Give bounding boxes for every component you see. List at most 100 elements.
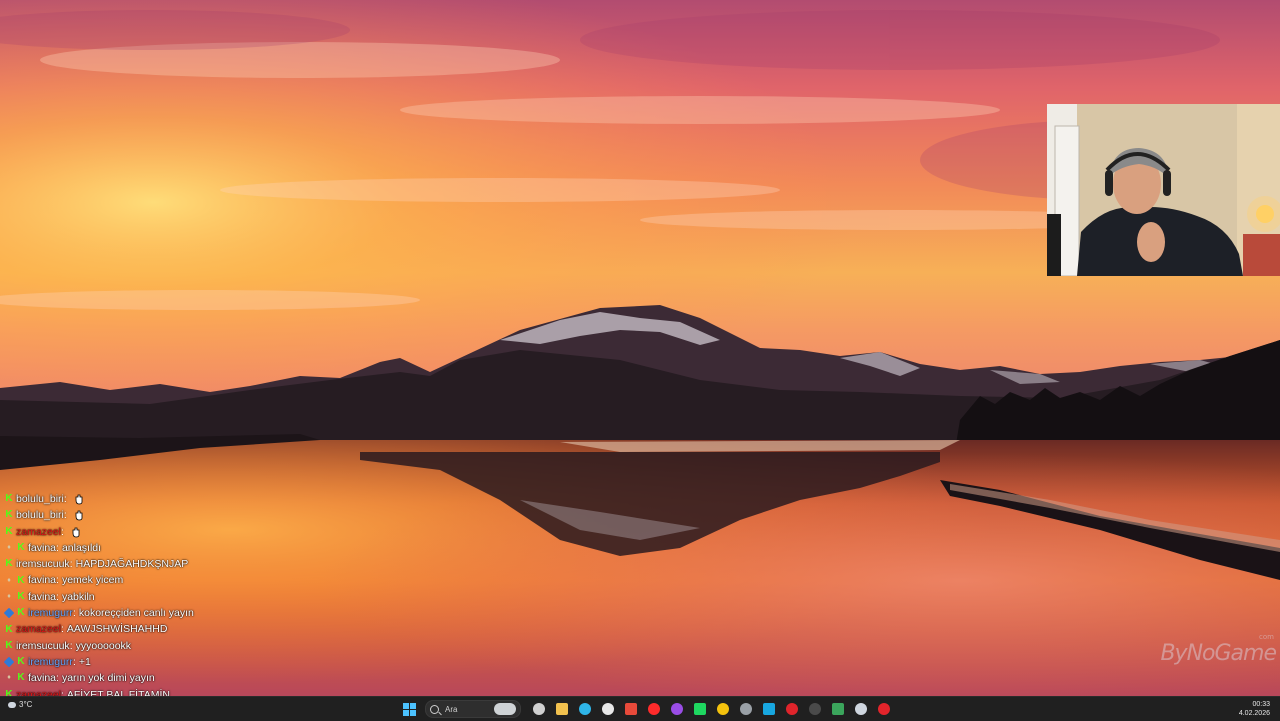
chat-message: Kiremugurr:+1 — [3, 654, 304, 670]
taskbar-app-button[interactable] — [759, 699, 779, 719]
watermark-small: com — [1259, 633, 1274, 641]
taskbar-app-button[interactable] — [713, 699, 733, 719]
webcam-feed — [1047, 104, 1280, 276]
chat-text: yyyoooookk — [75, 639, 132, 652]
taskbar-app-button[interactable] — [851, 699, 871, 719]
weather-widget[interactable]: 3°C — [8, 700, 32, 709]
taskbar-app-button[interactable] — [805, 699, 825, 719]
subscriber-badge-icon — [3, 607, 15, 619]
taskbar-app-button[interactable] — [552, 699, 572, 719]
kick-badge-icon: K — [5, 525, 13, 537]
chat-text: AAWJSHWİSHAHHD — [66, 623, 168, 636]
hand-emote-icon — [75, 494, 83, 505]
kick-badge-icon: K — [17, 542, 25, 554]
chat-separator: : — [56, 574, 59, 587]
search-icon — [430, 704, 439, 714]
chrome-icon — [624, 703, 637, 715]
taskbar-app-button[interactable] — [874, 699, 894, 719]
watermark-text: ByNoGame — [1160, 641, 1277, 666]
chat-message: Kzamazeel: AAWJSHWİSHAHHD — [4, 621, 304, 637]
chat-username[interactable]: favina — [28, 572, 56, 588]
chat-text: +1 — [78, 655, 91, 668]
founder-badge-icon: ♦ — [7, 592, 11, 600]
chat-message: ♦ Kfavina: yemek yicem — [4, 572, 304, 588]
taskbar-app-button[interactable] — [690, 699, 710, 719]
taskbar-app-button[interactable] — [828, 699, 848, 719]
system-clock[interactable]: 00:33 4.02.2026 — [1239, 700, 1270, 718]
windows-icon — [403, 702, 416, 716]
weather-temp: 3°C — [19, 700, 33, 709]
founder-badge-icon: ♦ — [7, 576, 11, 584]
chat-separator: : — [56, 590, 59, 603]
chat-username[interactable]: zamazeel — [16, 621, 61, 637]
chat-separator: : — [69, 558, 73, 571]
taskbar-app-button[interactable] — [644, 699, 664, 719]
camera-icon — [739, 703, 752, 715]
taskbar-app-button[interactable] — [667, 699, 687, 719]
chat-separator: : — [60, 623, 64, 636]
app-purple-icon — [670, 703, 683, 715]
taskbar-app-button[interactable] — [598, 699, 618, 719]
chat-separator: : — [72, 655, 76, 668]
chat-message: ♦ Kfavina: yabkiln — [4, 589, 304, 605]
chat-username[interactable]: favina — [28, 540, 56, 556]
chat-separator: : — [69, 639, 73, 652]
chat-username[interactable]: iremugurr — [28, 654, 73, 670]
chat-username[interactable]: favina — [28, 589, 56, 605]
kick-badge-icon: K — [17, 574, 25, 586]
kick-badge-icon: K — [17, 656, 25, 668]
file-explorer-icon — [555, 703, 568, 715]
kick-badge-icon: K — [5, 558, 13, 570]
chat-text: HAPDJAĞAHDKŞNJAP — [75, 558, 189, 571]
chat-separator: : — [63, 509, 67, 522]
chat-text: yarın yok dimi yayın — [61, 672, 155, 685]
kick-badge-icon: K — [5, 639, 13, 651]
chat-message: Kzamazeel: — [4, 524, 304, 540]
founder-badge-icon: ♦ — [7, 544, 11, 552]
chat-message: Kbolulu_biri: — [4, 491, 304, 507]
edge-icon — [578, 703, 591, 715]
chat-username[interactable]: favina — [28, 670, 56, 686]
taskbar-search[interactable]: Ara — [425, 700, 521, 718]
hand-emote-icon — [75, 511, 83, 521]
chrome-beta-icon — [831, 703, 844, 715]
app-dark-icon — [808, 703, 821, 715]
taskbar-app-button[interactable] — [782, 699, 802, 719]
chat-separator: : — [56, 672, 59, 685]
spotify-icon — [693, 703, 706, 715]
taskbar-app-button[interactable] — [621, 699, 641, 719]
kick-badge-icon: K — [17, 590, 25, 602]
search-highlight-icon — [494, 703, 516, 715]
store-icon — [601, 703, 614, 715]
kick-badge-icon: K — [17, 607, 25, 619]
chat-separator: : — [72, 607, 76, 620]
kick-badge-icon: K — [17, 672, 25, 684]
weather-icon — [8, 701, 16, 708]
chat-text: yabkiln — [61, 590, 95, 603]
chat-message: Kbolulu_biri: — [4, 507, 304, 523]
taskbar-app-button[interactable] — [575, 699, 595, 719]
chat-username[interactable]: zamazeel — [16, 524, 61, 540]
taskbar-app-button[interactable] — [736, 699, 756, 719]
chat-username[interactable]: bolulu_biri — [16, 507, 64, 523]
youtube-icon — [647, 703, 660, 715]
chat-username[interactable]: bolulu_biri — [16, 491, 64, 507]
chat-message: Kiremsucuuk: yyyoooookk — [4, 638, 304, 654]
chat-text: anlaşıldı — [61, 541, 102, 554]
chat-username[interactable]: iremugurr — [28, 605, 73, 621]
chat-username[interactable]: iremsucuuk — [16, 638, 70, 654]
chat-message: Kiremsucuuk: HAPDJAĞAHDKŞNJAP — [4, 556, 304, 572]
clock-date: 4.02.2026 — [1238, 710, 1270, 717]
subscriber-badge-icon — [3, 656, 15, 668]
chat-text: kokoreççiden canlı yayın — [78, 607, 194, 620]
start-button[interactable] — [400, 699, 420, 719]
clock-time: 00:33 — [1252, 701, 1270, 708]
chat-overlay: Kbolulu_biri: Kbolulu_biri: Kzamazeel: ♦ Kfa… — [3, 491, 304, 719]
steam-icon — [854, 703, 867, 715]
chat-username[interactable]: iremsucuuk — [16, 556, 70, 572]
taskbar-app-button[interactable] — [529, 699, 549, 719]
taskbar: 3°C Ara 00:33 4.02.2026 — [0, 696, 1280, 721]
search-label: Ara — [445, 704, 458, 714]
chat-message: ♦ Kfavina: yarın yok dimi yayın — [4, 670, 304, 686]
taskbar-center: Ara — [398, 699, 895, 719]
